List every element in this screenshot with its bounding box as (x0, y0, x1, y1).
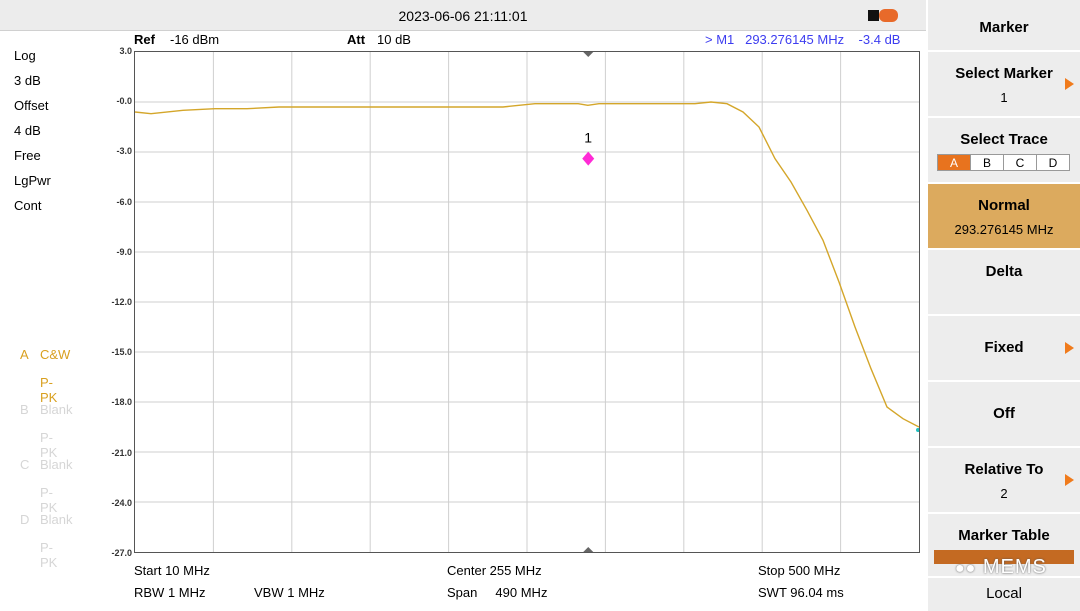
select-marker-value: 1 (1000, 90, 1008, 105)
arrow-right-icon (1065, 78, 1074, 90)
att-label: Att (347, 32, 366, 47)
amplitude-settings: Log 3 dB Offset 4 dB Free LgPwr Cont (14, 48, 51, 223)
trace-letter: C (20, 457, 30, 472)
fixed-button[interactable]: Fixed (928, 316, 1080, 382)
center-freq: Center 255 MHz (447, 563, 542, 578)
y-tick-label: -24.0 (111, 497, 132, 508)
y-tick-label: -15.0 (111, 347, 132, 358)
trace-option-b[interactable]: B (970, 154, 1004, 171)
scale-per-div: 3 dB (14, 73, 41, 88)
sweep-mode: Cont (14, 198, 42, 213)
stop-freq: Stop 500 MHz (758, 563, 841, 578)
start-freq: Start 10 MHz (134, 563, 210, 578)
trace-name: P-PK (40, 429, 58, 460)
softkey-panel: Marker Select Marker 1 Select Trace A B … (928, 0, 1080, 611)
y-tick-label: 3.0 (119, 46, 132, 56)
trace-end-point (916, 428, 920, 432)
trace-option-d[interactable]: D (1036, 154, 1070, 171)
marker-table-label: Marker Table (958, 527, 1050, 544)
trace-name: Blank (40, 402, 73, 417)
select-trace-label: Select Trace (960, 131, 1048, 148)
marker-1-label: 1 (584, 130, 592, 146)
fixed-label: Fixed (984, 339, 1024, 356)
select-marker-label: Select Marker (955, 65, 1053, 82)
span: Span 490 MHz (447, 585, 548, 600)
trace-name: Blank (40, 457, 73, 472)
trace-letter: D (20, 512, 30, 527)
offset-value: 4 dB (14, 123, 41, 138)
marker-readout: > M1 293.276145 MHz -3.4 dB (705, 32, 901, 47)
y-tick-label: -0.0 (116, 96, 132, 107)
sweep-time: SWT 96.04 ms (758, 585, 844, 600)
marker-1-diamond[interactable] (582, 151, 595, 166)
trace-letter: B (20, 402, 29, 417)
arrow-right-icon (1065, 342, 1074, 354)
trigger-mode: Free (14, 148, 41, 163)
relative-to-label: Relative To (964, 461, 1044, 478)
y-tick-label: -6.0 (116, 196, 132, 207)
att-value: 10 dB (377, 32, 411, 47)
spectrum-plot: 1 (134, 51, 920, 553)
arrow-right-icon (1065, 474, 1074, 486)
datetime: 2023-06-06 21:11:01 (398, 8, 528, 24)
y-tick-label: -27.0 (111, 548, 132, 558)
scale-type: Log (14, 48, 36, 63)
offset-label: Offset (14, 98, 49, 113)
status-bar: 2023-06-06 21:11:01 (0, 0, 926, 31)
spectrum-svg: 1 (134, 52, 920, 552)
off-button[interactable]: Off (928, 382, 1080, 448)
relative-to-button[interactable]: Relative To 2 (928, 448, 1080, 514)
watermark: ●● MEMS (955, 556, 1047, 579)
watermark-text: MEMS (982, 556, 1047, 578)
trace-name: P-PK (40, 374, 58, 405)
usb-battery-icon (868, 9, 898, 23)
marker-position-triangle (583, 52, 594, 57)
trace-name: Blank (40, 512, 73, 527)
trace-option-c[interactable]: C (1003, 154, 1037, 171)
y-tick-label: -9.0 (116, 246, 132, 257)
wechat-icon: ●● (955, 560, 977, 577)
menu-title-label: Marker (979, 19, 1029, 36)
y-tick-label: -21.0 (111, 447, 132, 458)
ref-label: Ref (134, 32, 155, 47)
off-label: Off (993, 405, 1015, 422)
marker-position-triangle (583, 547, 594, 552)
local-label: Local (986, 585, 1022, 602)
rbw: RBW 1 MHz (134, 585, 206, 600)
trace-letter: A (20, 347, 29, 362)
normal-button[interactable]: Normal 293.276145 MHz (928, 184, 1080, 250)
trace-name: P-PK (40, 484, 58, 515)
trace-name: P-PK (40, 539, 58, 570)
y-tick-label: -12.0 (111, 297, 132, 307)
select-trace-button[interactable]: Select Trace A B C D (928, 118, 1080, 184)
local-button[interactable]: Local (928, 578, 1080, 611)
delta-button[interactable]: Delta (928, 250, 1080, 316)
trace-option-a[interactable]: A (937, 154, 971, 171)
select-marker-button[interactable]: Select Marker 1 (928, 52, 1080, 118)
delta-label: Delta (985, 263, 1023, 280)
normal-label: Normal (978, 197, 1030, 214)
trace-name: C&W (40, 347, 71, 362)
relative-to-value: 2 (1000, 486, 1008, 501)
normal-value: 293.276145 MHz (954, 222, 1054, 237)
y-tick-label: -18.0 (111, 397, 132, 408)
trace-selector: A B C D (928, 154, 1080, 171)
ref-value: -16 dBm (170, 32, 220, 47)
vbw: VBW 1 MHz (254, 585, 325, 600)
y-tick-label: -3.0 (116, 146, 132, 157)
detector: LgPwr (14, 173, 51, 188)
menu-title: Marker (928, 0, 1080, 52)
